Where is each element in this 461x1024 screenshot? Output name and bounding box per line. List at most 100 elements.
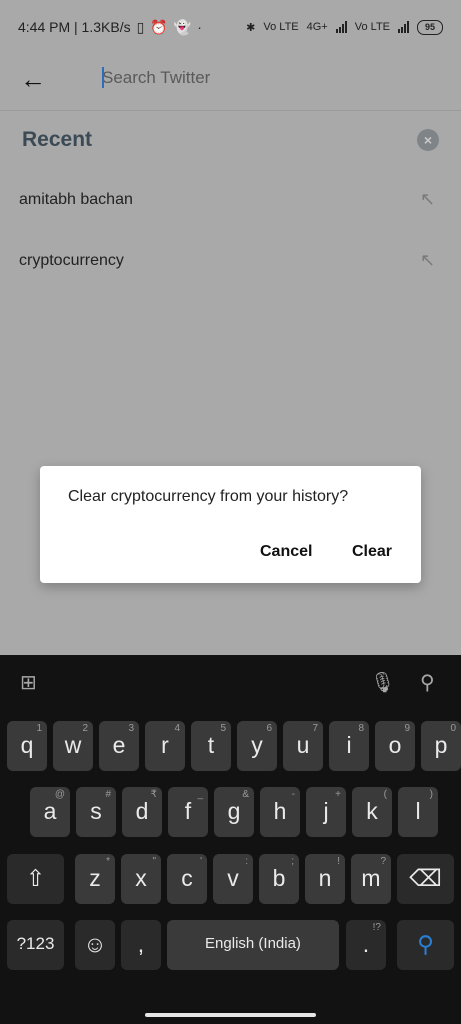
key-h[interactable]: h- — [260, 787, 300, 837]
key-hint: 0 — [450, 723, 456, 734]
battery-icon: 95 — [417, 19, 443, 35]
key-z[interactable]: z * — [75, 854, 115, 904]
key-t[interactable]: t5 — [191, 721, 231, 771]
key-w[interactable]: w2 — [53, 721, 93, 771]
key-hint: !? — [372, 922, 381, 933]
key-hint: # — [105, 789, 111, 800]
signal-icon — [335, 21, 347, 33]
key-label: w — [64, 732, 82, 758]
key-hint: 2 — [82, 723, 88, 734]
grid-menu-icon[interactable]: ⊞ — [20, 671, 37, 695]
backspace-key[interactable]: ⌫ — [397, 854, 454, 904]
key-hint: ' — [200, 856, 202, 867]
search-key[interactable]: ⚲ — [397, 920, 454, 970]
key-label: ?123 — [16, 934, 55, 953]
key-hint: _ — [197, 789, 203, 800]
key-l[interactable]: l) — [398, 787, 438, 837]
microphone-icon[interactable]: 🎙 — [370, 671, 395, 695]
key-label: g — [227, 798, 241, 824]
key-label: ⌫ — [409, 865, 442, 891]
status-dot: · — [197, 19, 202, 35]
volte-label-2: Vo LTE — [354, 21, 390, 33]
key-q[interactable]: q1 — [7, 721, 47, 771]
vibrate-icon: ▯ — [136, 18, 145, 35]
key-v[interactable]: v: — [213, 854, 253, 904]
key-n[interactable]: n! — [305, 854, 345, 904]
key-x[interactable]: x " — [121, 854, 161, 904]
key-hint: 5 — [220, 723, 226, 734]
key-e[interactable]: e3 — [99, 721, 139, 771]
recent-item-label: amitabh bachan — [19, 191, 133, 208]
space-label: English (India) — [205, 935, 301, 952]
key-hint: ; — [291, 856, 294, 867]
key-g[interactable]: g & — [214, 787, 254, 837]
key-hint: ! — [337, 856, 340, 867]
period-key[interactable]: .!? — [346, 920, 386, 970]
signal-icon-2 — [398, 21, 409, 33]
comma-key[interactable]: , — [121, 920, 161, 970]
confirm-dialog: Clear cryptocurrency from your history? … — [40, 466, 421, 583]
clear-recent-icon[interactable]: × — [417, 129, 439, 151]
recent-title: Recent — [22, 128, 93, 151]
key-i[interactable]: i8 — [329, 721, 369, 771]
key-label: y — [251, 732, 263, 758]
key-j[interactable]: j + — [306, 787, 346, 837]
arrow-up-left-icon[interactable]: ↖ — [420, 189, 435, 210]
key-label: k — [366, 798, 378, 824]
arrow-up-left-icon[interactable]: ↖ — [420, 250, 435, 271]
key-label: u — [296, 732, 310, 758]
key-hint: : — [245, 856, 248, 867]
key-y[interactable]: y6 — [237, 721, 277, 771]
home-indicator[interactable] — [145, 1013, 316, 1017]
recent-item[interactable]: cryptocurrency ↖ — [0, 242, 461, 282]
recent-item-label: cryptocurrency — [19, 252, 124, 269]
key-label: r — [161, 732, 169, 758]
key-hint: 3 — [128, 723, 134, 734]
key-k[interactable]: k( — [352, 787, 392, 837]
alarm-icon: ⏰ — [150, 18, 168, 35]
key-label: h — [273, 798, 287, 824]
key-label: a — [43, 798, 57, 824]
key-hint: ) — [429, 789, 433, 800]
clear-button[interactable]: Clear — [352, 543, 392, 561]
key-s[interactable]: s # — [76, 787, 116, 837]
key-f[interactable]: f _ — [168, 787, 208, 837]
key-label: e — [112, 732, 126, 758]
key-label: s — [90, 798, 102, 824]
key-b[interactable]: b; — [259, 854, 299, 904]
key-c[interactable]: c ' — [167, 854, 207, 904]
dialog-message: Clear cryptocurrency from your history? — [68, 488, 349, 505]
key-u[interactable]: u7 — [283, 721, 323, 771]
key-p[interactable]: p0 — [421, 721, 461, 771]
key-hint: " — [152, 856, 156, 867]
battery-level: 95 — [424, 22, 435, 32]
key-hint: 1 — [36, 723, 42, 734]
key-label: c — [181, 865, 193, 891]
cancel-button[interactable]: Cancel — [260, 543, 312, 561]
emoji-key[interactable]: ☺ — [75, 920, 115, 970]
key-a[interactable]: a @ — [30, 787, 70, 837]
key-label: ☺ — [83, 931, 107, 957]
key-d[interactable]: d ₹ — [122, 787, 162, 837]
key-o[interactable]: o9 — [375, 721, 415, 771]
key-label: x — [135, 865, 147, 891]
key-label: ⚲ — [417, 931, 434, 957]
key-r[interactable]: r4 — [145, 721, 185, 771]
bluetooth-icon: ✱ — [246, 21, 256, 34]
key-label: m — [361, 865, 381, 891]
keyboard: ⊞ 🎙 ⚲ q 1 w 2 e 3 r 4 t 5 y 6 u 7 i 8 o 9 p 0 a @ s # d ₹ f _ g & h - j +… — [0, 655, 461, 1024]
key-m[interactable]: m? — [351, 854, 391, 904]
space-key[interactable]: English (India) — [167, 920, 339, 970]
key-hint: 4 — [174, 723, 180, 734]
recent-item[interactable]: amitabh bachan ↖ — [0, 181, 461, 221]
key-hint: + — [335, 789, 341, 800]
symbols-key[interactable]: ?123 — [7, 920, 64, 970]
search-input[interactable] — [102, 62, 402, 94]
shift-key[interactable]: ⇧ — [7, 854, 64, 904]
key-hint: - — [291, 789, 295, 800]
back-arrow-icon[interactable]: ← — [20, 64, 50, 94]
key-hint: 6 — [266, 723, 272, 734]
search-icon[interactable]: ⚲ — [420, 671, 435, 695]
text-caret — [102, 67, 104, 88]
network-type: 4G+ — [306, 21, 328, 33]
